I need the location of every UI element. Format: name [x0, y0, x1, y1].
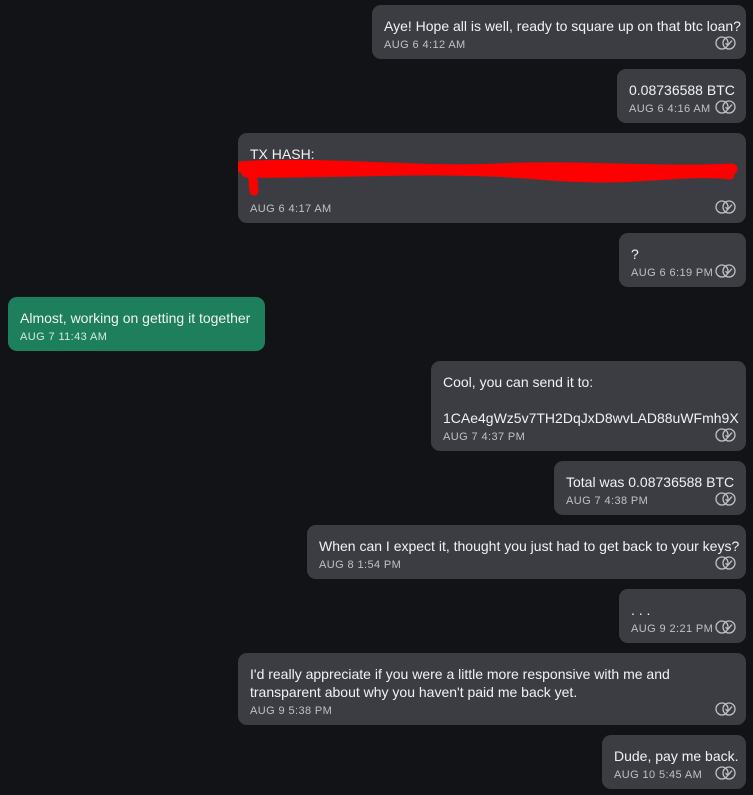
- message-timestamp: AUG 6 4:16 AM: [629, 103, 711, 115]
- message-timestamp: AUG 6 6:19 PM: [631, 267, 714, 279]
- message-bubble-outgoing[interactable]: TX HASH: AUG 6 4:17 AM: [238, 133, 746, 223]
- message-timestamp: AUG 6 4:12 AM: [384, 39, 466, 51]
- message-bubble-outgoing[interactable]: Total was 0.08736588 BTC AUG 7 4:38 PM: [554, 461, 746, 515]
- message-bubble-outgoing[interactable]: ? AUG 6 6:19 PM: [619, 233, 746, 287]
- read-receipt-icon: [715, 766, 736, 780]
- message-bubble-outgoing[interactable]: When can I expect it, thought you just h…: [307, 525, 746, 579]
- message-timestamp: AUG 6 4:17 AM: [250, 203, 332, 215]
- message-text: Dude, pay me back.: [614, 748, 739, 764]
- message-timestamp: AUG 7 4:38 PM: [566, 495, 649, 507]
- message-timestamp: AUG 8 1:54 PM: [319, 559, 402, 571]
- message-timestamp: AUG 9 2:21 PM: [631, 623, 714, 635]
- read-receipt-icon: [715, 200, 736, 214]
- read-receipt-icon: [715, 100, 736, 114]
- message-bubble-outgoing[interactable]: 0.08736588 BTC AUG 6 4:16 AM: [617, 69, 746, 123]
- message-text: ?: [631, 246, 639, 262]
- message-text: Almost, working on getting it together: [20, 310, 251, 326]
- message-timestamp: AUG 9 5:38 PM: [250, 705, 333, 717]
- read-receipt-icon: [715, 556, 736, 570]
- read-receipt-icon: [715, 492, 736, 506]
- message-text: Cool, you can send it to: 1CAe4gWz5v7TH2…: [443, 374, 739, 426]
- message-text: When can I expect it, thought you just h…: [319, 538, 740, 554]
- message-text: Aye! Hope all is well, ready to square u…: [384, 18, 741, 34]
- message-text: I'd really appreciate if you were a litt…: [250, 666, 670, 700]
- message-bubble-outgoing[interactable]: Dude, pay me back. AUG 10 5:45 AM: [602, 735, 746, 789]
- message-timestamp: AUG 10 5:45 AM: [614, 769, 703, 781]
- message-bubble-outgoing[interactable]: I'd really appreciate if you were a litt…: [238, 653, 746, 725]
- message-timestamp: AUG 7 11:43 AM: [20, 331, 108, 343]
- message-text: . . .: [631, 602, 651, 618]
- message-bubble-outgoing[interactable]: Cool, you can send it to: 1CAe4gWz5v7TH2…: [431, 361, 746, 451]
- read-receipt-icon: [715, 620, 736, 634]
- message-bubble-incoming[interactable]: Almost, working on getting it together A…: [8, 297, 265, 351]
- read-receipt-icon: [715, 702, 736, 716]
- message-timestamp: AUG 7 4:37 PM: [443, 431, 526, 443]
- read-receipt-icon: [715, 428, 736, 442]
- read-receipt-icon: [715, 36, 736, 50]
- read-receipt-icon: [715, 264, 736, 278]
- message-bubble-outgoing[interactable]: . . . AUG 9 2:21 PM: [619, 589, 746, 643]
- message-bubble-outgoing[interactable]: Aye! Hope all is well, ready to square u…: [372, 5, 746, 59]
- message-text: Total was 0.08736588 BTC: [566, 474, 735, 490]
- message-text: 0.08736588 BTC: [629, 82, 735, 98]
